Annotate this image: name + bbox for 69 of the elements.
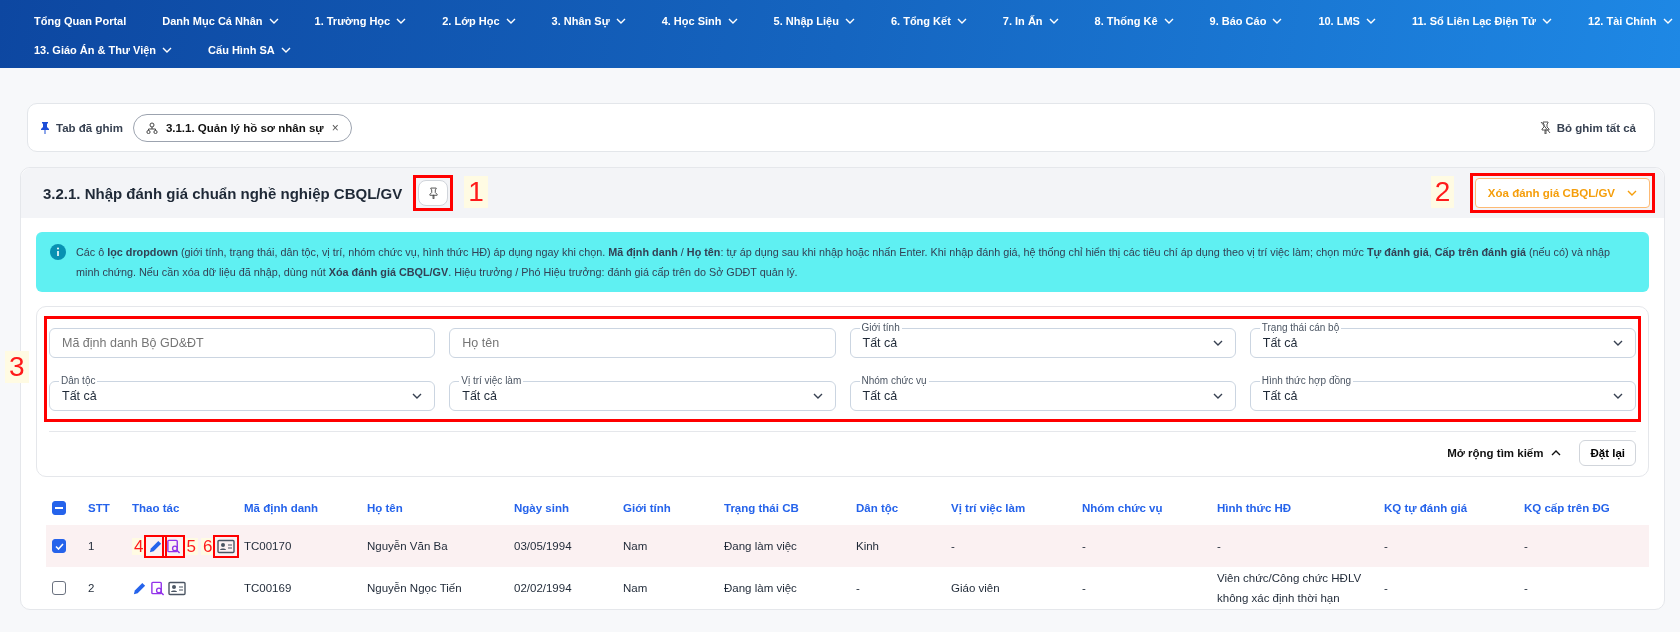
table-cell-text: - bbox=[1524, 581, 1529, 596]
text-input-field[interactable]: Họ tên bbox=[449, 328, 836, 358]
table-cell-text: Đang làm việc bbox=[724, 539, 798, 554]
nav-menu-item[interactable]: 12. Tài Chính bbox=[1588, 14, 1673, 27]
column-header: Giới tính bbox=[623, 502, 672, 514]
callout-number: 2 bbox=[1430, 176, 1455, 208]
table-cell-text: Nam bbox=[623, 539, 649, 554]
page-title: 3.2.1. Nhập đánh giá chuẩn nghề nghiệp CBQL/GV bbox=[43, 184, 403, 202]
nav-menu-item[interactable]: 9. Báo Cáo bbox=[1209, 14, 1283, 27]
table-cell-text: 1 bbox=[88, 539, 96, 554]
table-cell-text: - bbox=[1384, 581, 1389, 596]
reset-button[interactable]: Đặt lại bbox=[1579, 440, 1636, 466]
column-header: KQ cấp trên ĐG bbox=[1524, 502, 1611, 514]
text-input-field[interactable]: Mã định danh Bộ GD&ĐT bbox=[49, 328, 436, 358]
nav-menu-item[interactable]: 11. Sổ Liên Lạc Điện Tử bbox=[1411, 14, 1553, 27]
callout-number: 6 bbox=[200, 537, 215, 555]
column-header: Thao tác bbox=[132, 502, 181, 514]
expand-search-toggle[interactable]: Mở rộng tìm kiếm bbox=[1441, 446, 1568, 460]
nav-menu-item[interactable]: 7. In Ấn bbox=[1002, 14, 1059, 27]
table-cell-text: 02/02/1994 bbox=[514, 581, 573, 596]
table-cell-text: Nguyễn Văn Ba bbox=[367, 539, 449, 554]
table-cell-text: Kinh bbox=[856, 539, 881, 554]
column-header: Ngày sinh bbox=[514, 502, 570, 514]
column-header: Hình thức HĐ bbox=[1217, 502, 1293, 514]
table-cell-text: - bbox=[1524, 539, 1529, 554]
table-cell-text: Viên chức/Công chức HĐLV không xác định thời hạn bbox=[1217, 571, 1363, 606]
nav-menu-item[interactable]: Cấu Hình SA bbox=[208, 43, 291, 56]
nav-menu-item[interactable]: 5. Nhập Liệu bbox=[773, 14, 855, 27]
pinned-tab[interactable]: 3.1.1. Quản lý hồ sơ nhân sự × bbox=[132, 113, 352, 142]
table-cell-text: - bbox=[1217, 539, 1222, 554]
table-cell-text: - bbox=[1082, 581, 1087, 596]
column-header: Vị trí việc làm bbox=[951, 502, 1027, 514]
nav-menu-item[interactable]: 3. Nhân Sự bbox=[551, 14, 626, 27]
column-header: Mã định danh bbox=[244, 502, 320, 514]
nav-menu-item[interactable]: 6. Tổng Kết bbox=[890, 14, 967, 27]
table-cell-text: - bbox=[1384, 539, 1389, 554]
nav-menu-item[interactable]: 4. Học Sinh bbox=[661, 14, 738, 27]
table-cell-text: Đang làm việc bbox=[724, 581, 798, 596]
table-row[interactable]: 1 4 5 6 TC00170 Nguyễn Văn Ba 03/05/1994 Nam Đang làm việc Kinh - - - - - bbox=[46, 525, 1649, 567]
table-row[interactable]: 2 TC00169 Nguyễn Ngọc Tiến 02/02/1994 Nam Đang làm việc - Giáo viên - Viên chức/Công chức HĐLV không xác định thời hạn - - bbox=[46, 567, 1649, 609]
column-header: KQ tự đánh giá bbox=[1384, 502, 1469, 514]
column-header: STT bbox=[88, 502, 111, 514]
table-cell-text: Nam bbox=[623, 581, 649, 596]
table-cell-text: TC00169 bbox=[244, 581, 293, 596]
table-cell-text: 2 bbox=[88, 581, 96, 596]
callout-number: 1 bbox=[464, 176, 488, 208]
unpin-all-button[interactable]: Bỏ ghim tất cả bbox=[1533, 120, 1642, 135]
table-cell-text: 03/05/1994 bbox=[514, 539, 573, 554]
column-header: Nhóm chức vụ bbox=[1082, 502, 1164, 514]
nav-menu-item[interactable]: 2. Lớp Học bbox=[442, 14, 516, 27]
nav-menu-item[interactable]: Tổng Quan Portal bbox=[34, 14, 127, 27]
pinned-tabs-label: Tab đã ghim bbox=[56, 121, 123, 134]
callout-number: 3 bbox=[5, 351, 29, 383]
column-header: Trạng thái CB bbox=[724, 502, 800, 514]
table-cell-text: - bbox=[1082, 539, 1087, 554]
table-cell-text: TC00170 bbox=[244, 539, 293, 554]
column-header: Dân tộc bbox=[856, 502, 900, 514]
nav-menu-item[interactable]: 10. LMS bbox=[1318, 14, 1376, 27]
column-header: Họ tên bbox=[367, 502, 404, 514]
nav-menu-item[interactable]: Danh Mục Cá Nhân bbox=[162, 14, 279, 27]
table-cell-text: Giáo viên bbox=[951, 581, 1001, 596]
table-cell-text: - bbox=[951, 539, 956, 554]
nav-menu-item[interactable]: 1. Trường Học bbox=[314, 14, 407, 27]
table-cell-text: Nguyễn Ngọc Tiến bbox=[367, 581, 463, 596]
nav-menu-item[interactable]: 13. Giáo Án & Thư Viện bbox=[34, 43, 173, 56]
table-cell-text: - bbox=[856, 581, 861, 596]
close-icon[interactable]: × bbox=[331, 120, 339, 135]
info-text: Các ô lọc dropdown (giới tính, trạng thái, dân tộc, vị trí, nhóm chức vụ, hình thức HĐ) áp dụng ngay khi chọn. Mã định danh / Họ tên: tự áp dụng sau khi nhập hoặc nhấn Enter. Khi nhập đánh giá, hệ thống chỉ hiển thị các tiêu chí áp dụng theo vị trí việc làm; chọn mức Tự đánh giá, Cấp trên đánh giá (nếu có) và nhập minh chứng. Nếu cần xóa dữ liệu đã nhập, dùng nút Xóa đánh giá CBQL/GV. Hiệu trưởng / Phó Hiệu trưởng: đánh giá cấp trên do Sở GDĐT quản lý. bbox=[76, 245, 1611, 280]
nav-menu-item[interactable]: 8. Thống Kê bbox=[1094, 14, 1174, 27]
